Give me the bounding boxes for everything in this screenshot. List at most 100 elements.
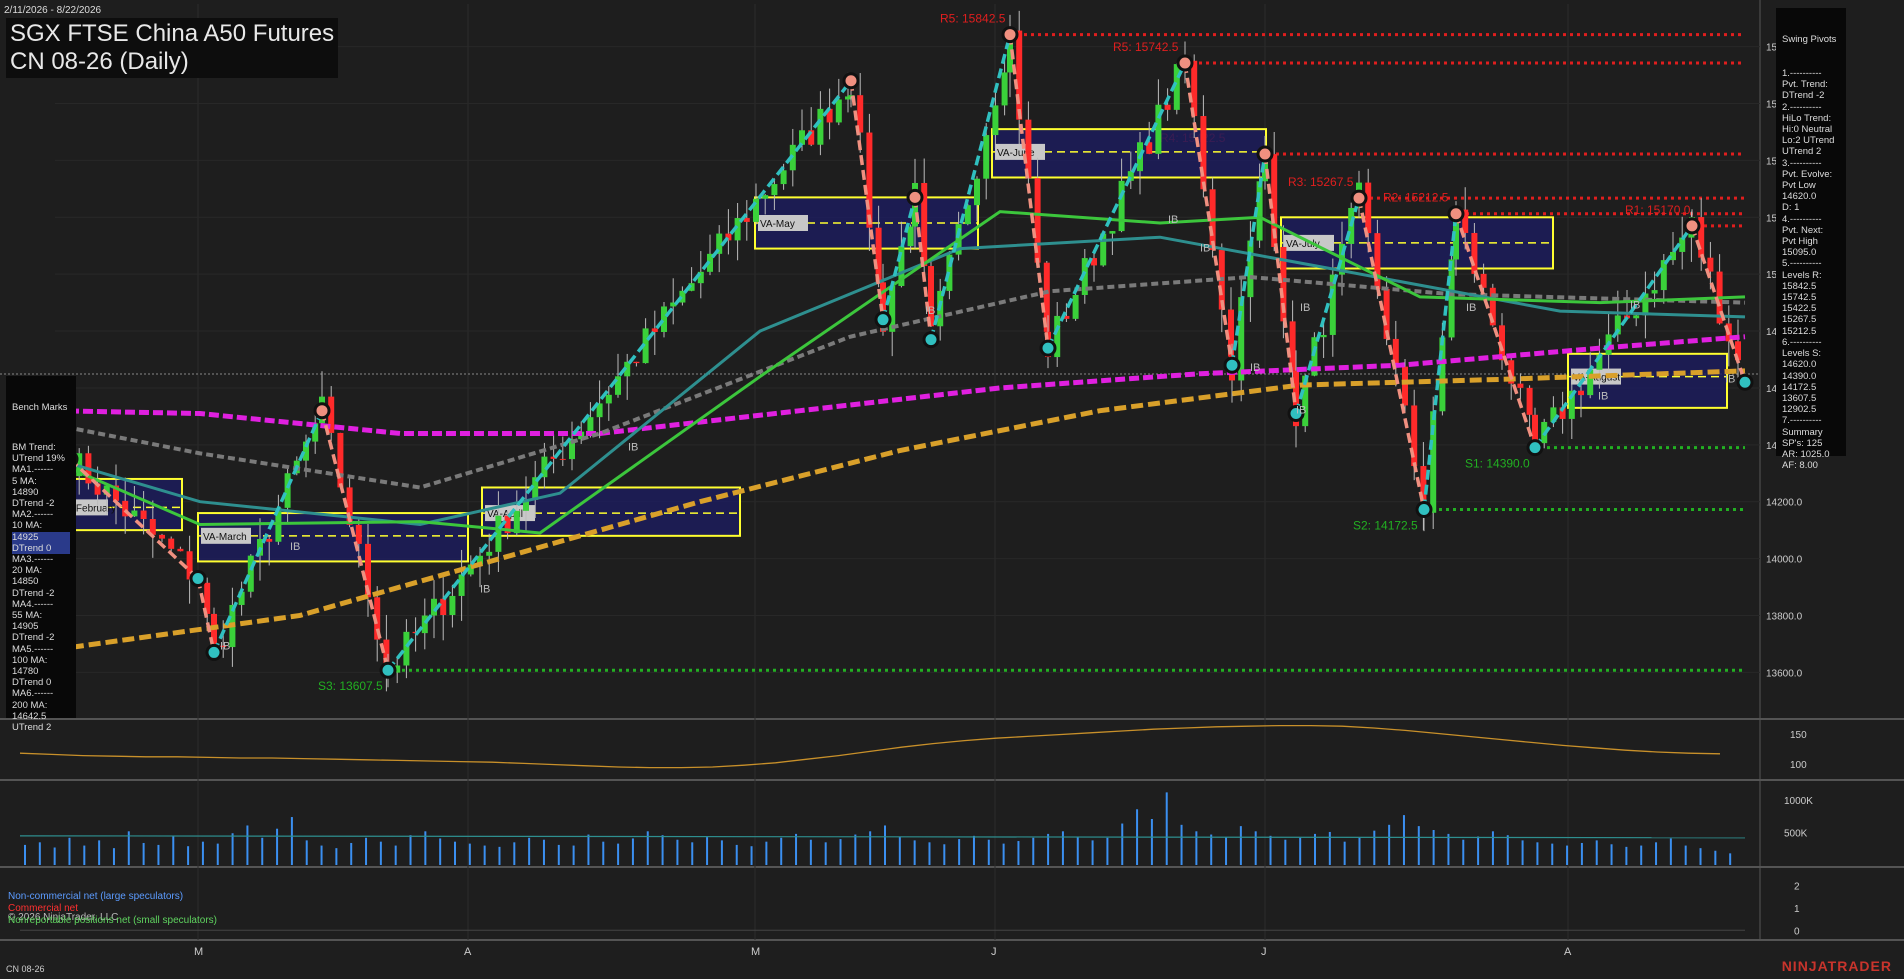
pivot-point <box>1415 501 1433 519</box>
candle-body <box>247 555 254 592</box>
candle-body <box>266 538 273 542</box>
bench-line: DTrend 0 <box>12 542 70 555</box>
x-month-label: J <box>1261 946 1267 958</box>
ib-marker: IB <box>1725 373 1735 385</box>
ib-marker: IB <box>1168 214 1178 226</box>
support-label: S3: 13607.5 <box>318 679 383 693</box>
candle-body <box>1200 116 1207 190</box>
pivot-point <box>1736 373 1754 391</box>
pivot-swing-line <box>929 34 1012 341</box>
bench-line: UTrend 19% <box>12 453 65 465</box>
swing-line: Hi:0 Neutral <box>1782 124 1833 136</box>
candle-body <box>992 105 999 136</box>
bench-line: MA5.------ <box>12 643 54 655</box>
pivot-swing-line <box>1046 62 1187 349</box>
candle-body <box>983 135 990 179</box>
candle-body <box>1402 366 1408 406</box>
bench-line: 14925 <box>12 531 70 543</box>
candle-body <box>661 306 667 332</box>
swing-line: 7.---------- <box>1782 415 1822 427</box>
swing-line: 15422.5 <box>1782 303 1817 315</box>
candle-body <box>458 574 465 596</box>
pivot-point <box>205 643 223 661</box>
candle-body <box>1072 294 1079 319</box>
cot-tick-label: 2 <box>1794 882 1800 893</box>
pivot-point <box>1256 145 1274 163</box>
swing-line: Summary <box>1782 426 1823 438</box>
swing-line: 14172.5 <box>1782 381 1817 393</box>
swing-line: Levels S: <box>1782 348 1822 360</box>
bench-line: 100 MA: <box>12 654 48 666</box>
x-month-label: M <box>194 946 203 958</box>
swing-line: 15742.5 <box>1782 292 1817 304</box>
bench-line: MA4.------ <box>12 598 54 610</box>
chart-canvas: MAMJJA13600.013800.014000.014200.014400.… <box>0 0 1904 958</box>
candle-body <box>1532 414 1538 444</box>
candle-body <box>866 132 873 228</box>
candle-body <box>974 178 980 206</box>
candle-body <box>284 473 291 508</box>
candle-body <box>605 394 612 404</box>
swing-line: 14390.0 <box>1782 370 1817 382</box>
candle-body <box>1517 383 1524 388</box>
candle-body <box>771 184 778 196</box>
candle-body <box>1526 387 1533 415</box>
bench-line: DTrend -2 <box>12 498 55 510</box>
pivot-swing-line <box>1533 224 1694 449</box>
ib-marker: IB <box>1200 242 1210 254</box>
resistance-label: R5: 15742.5 <box>1113 40 1179 54</box>
swing-line: AR: 1025.0 <box>1782 448 1830 460</box>
swing-line: 14620.0 <box>1782 359 1817 371</box>
bench-line: DTrend -2 <box>12 632 55 644</box>
swing-pivots-title: Swing Pivots <box>1782 34 1837 46</box>
swing-line: 4.---------- <box>1782 213 1822 225</box>
swing-line: 6.---------- <box>1782 336 1822 348</box>
candle-body <box>140 510 147 520</box>
candle-body <box>1365 182 1372 234</box>
pivot-point <box>1526 439 1544 457</box>
support-label: S2: 14172.5 <box>1353 519 1418 533</box>
ib-marker: IB <box>1466 302 1476 314</box>
candle-body <box>1001 72 1008 106</box>
swing-line: 1.---------- <box>1782 68 1822 80</box>
candle-body <box>780 170 787 185</box>
bench-line: MA3.------ <box>12 554 54 566</box>
candle-body <box>1164 104 1171 110</box>
ib-marker: IB <box>1598 390 1608 402</box>
date-range: 2/11/2026 - 8/22/2026 <box>4 5 102 16</box>
bench-line: MA6.------ <box>12 688 54 700</box>
swing-line: Pvt High <box>1782 236 1818 248</box>
bench-line: 14780 <box>12 666 39 678</box>
swing-line: HiLo Trend: <box>1782 112 1832 124</box>
swing-line: Pvt. Next: <box>1782 224 1824 236</box>
instrument-title: SGX FTSE China A50 Futures <box>10 20 335 47</box>
swing-line: Pvt. Trend: <box>1782 79 1828 91</box>
x-month-label: A <box>1564 946 1572 958</box>
support-label: S1: 14390.0 <box>1465 457 1530 471</box>
ib-marker: IB <box>628 442 638 454</box>
ib-marker: IB <box>290 541 300 553</box>
swing-line: 15267.5 <box>1782 314 1817 326</box>
benchmarks-panel: Bench Marks BM Trend: UTrend 19% MA1.-----… <box>6 376 76 733</box>
candle-body <box>355 524 362 544</box>
swing-pivots-panel: Swing Pivots 1.---------- Pvt. Trend: DTre… <box>1776 8 1846 471</box>
bench-line: 14890 <box>12 486 39 498</box>
pivot-point <box>189 569 207 587</box>
swing-line: Pvt. Evolve: <box>1782 168 1833 180</box>
candle-body <box>486 551 493 556</box>
candle-body <box>177 548 184 552</box>
price-tick-label: 13600.0 <box>1766 668 1803 679</box>
swing-line: AF: 8.00 <box>1782 460 1818 472</box>
bench-line: 5 MA: <box>12 475 37 487</box>
resistance-label: R2: 15212.5 <box>1383 191 1449 205</box>
bench-line: MA1.------ <box>12 464 54 476</box>
candle-body <box>1118 180 1125 232</box>
resistance-label: R3: 15267.5 <box>1288 175 1354 189</box>
swing-line: UTrend 2 <box>1782 146 1822 158</box>
swing-line: Pvt Low <box>1782 180 1816 192</box>
swing-line: Lo:2 UTrend <box>1782 135 1835 147</box>
swing-line: 2.---------- <box>1782 101 1822 113</box>
ma-100-line <box>54 334 1746 436</box>
ib-marker: IB <box>925 305 935 317</box>
benchmarks-title: Bench Marks <box>12 402 68 414</box>
